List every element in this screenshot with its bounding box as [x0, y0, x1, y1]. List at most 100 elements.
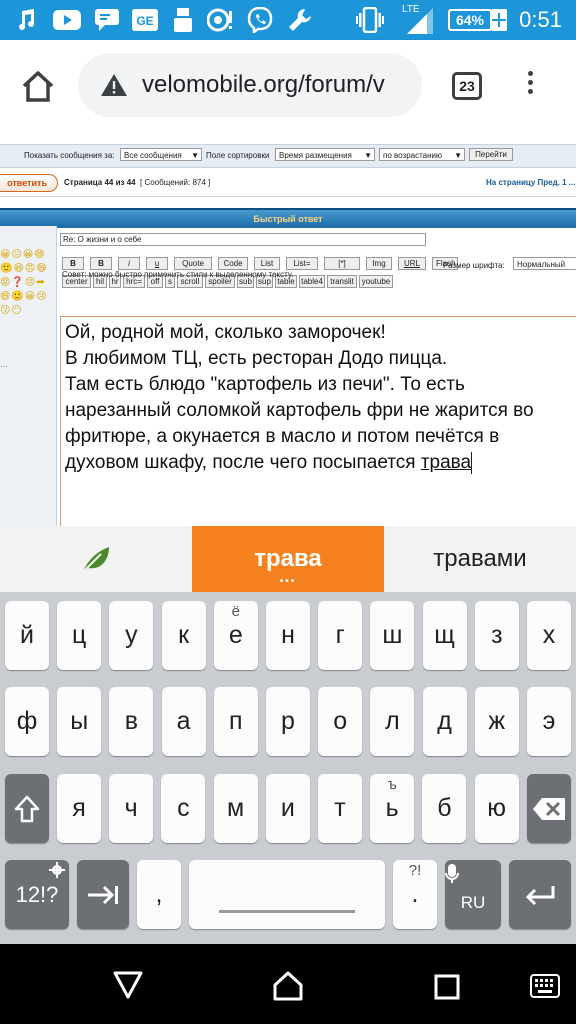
- key-row3-3[interactable]: м: [213, 774, 258, 843]
- key-row2-0[interactable]: ф: [5, 687, 49, 756]
- tab-switcher-button[interactable]: 23: [452, 72, 482, 100]
- pagination[interactable]: На страницу Пред. 1 ...: [486, 178, 575, 187]
- leaf-icon[interactable]: [0, 526, 192, 592]
- key-label: г: [335, 621, 345, 649]
- bbcode-button[interactable]: youtube: [359, 275, 393, 288]
- key-row1-4[interactable]: её: [213, 601, 258, 670]
- key-row1-5[interactable]: н: [266, 601, 310, 670]
- key-row1-1[interactable]: ц: [57, 601, 102, 670]
- url-text[interactable]: velomobile.org/forum/v: [142, 71, 385, 99]
- key-row2-9[interactable]: ж: [474, 687, 519, 756]
- bbcode-button[interactable]: List: [254, 257, 280, 270]
- sort-field-select[interactable]: Время размещения ▼: [275, 148, 375, 161]
- chevron-down-icon: ▼: [191, 151, 199, 160]
- more-menu-icon[interactable]: [522, 68, 538, 104]
- bbcode-button[interactable]: u: [146, 257, 168, 270]
- comma-key[interactable]: ,: [137, 860, 181, 929]
- ge-icon: GE: [132, 6, 158, 34]
- bbcode-button[interactable]: Code: [218, 257, 248, 270]
- sort-field-value: Время размещения: [279, 151, 352, 160]
- suggestion-secondary[interactable]: травами: [384, 526, 576, 592]
- bbcode-button[interactable]: URL: [398, 257, 426, 270]
- recents-icon[interactable]: [434, 974, 460, 1005]
- more-suggestions-dots: •••: [279, 576, 297, 587]
- key-row1-0[interactable]: й: [5, 601, 49, 670]
- key-row3-2[interactable]: с: [161, 774, 206, 843]
- key-label: п: [229, 707, 243, 735]
- viber-icon: [246, 6, 274, 34]
- key-row2-1[interactable]: ы: [57, 687, 102, 756]
- enter-key[interactable]: [509, 860, 571, 929]
- key-row3-1[interactable]: ч: [109, 774, 154, 843]
- sort-order-select[interactable]: по возрастанию ▼: [379, 148, 465, 161]
- keyboard-switch-icon[interactable]: [530, 974, 560, 1003]
- bbcode-button[interactable]: Img: [366, 257, 392, 270]
- volume-alert-icon: [206, 6, 234, 34]
- reply-button[interactable]: ответить: [0, 174, 58, 192]
- smilies-grid[interactable]: 😀😐😀😄🙂😆😠😄😡❓😣➡😄🙂😀😢😗😶: [0, 248, 48, 318]
- tab-key[interactable]: [77, 860, 129, 929]
- key-row3-7[interactable]: б: [422, 774, 467, 843]
- key-row2-10[interactable]: э: [527, 687, 571, 756]
- key-label: ф: [16, 707, 38, 735]
- key-row2-3[interactable]: а: [161, 687, 206, 756]
- space-bar-line: [219, 910, 355, 913]
- bbcode-button[interactable]: List=: [286, 257, 318, 270]
- key-row2-5[interactable]: р: [266, 687, 310, 756]
- numbers-key[interactable]: 12!?: [5, 860, 69, 929]
- key-row3-0[interactable]: я: [57, 774, 101, 843]
- key-row2-8[interactable]: д: [422, 687, 467, 756]
- subject-input[interactable]: Re: О жизни и о себе: [60, 233, 426, 246]
- back-icon[interactable]: [112, 970, 144, 1005]
- key-row2-7[interactable]: л: [370, 687, 415, 756]
- key-label: ш: [382, 621, 403, 649]
- message-textarea[interactable]: Ой, родной мой, сколько заморочек! В люб…: [60, 316, 576, 526]
- bbcode-button[interactable]: Quote: [174, 257, 212, 270]
- key-row2-4[interactable]: п: [213, 687, 258, 756]
- key-row2-6[interactable]: о: [318, 687, 363, 756]
- font-size-select[interactable]: Нормальный: [513, 257, 576, 270]
- key-label: ю: [487, 794, 506, 822]
- period-hint: ?!: [408, 862, 422, 879]
- language-key[interactable]: RU: [445, 860, 501, 929]
- key-row3-6[interactable]: ьъ: [370, 774, 415, 843]
- bbcode-button[interactable]: [*]: [324, 257, 360, 270]
- more-smilies-link[interactable]: …: [0, 360, 8, 369]
- key-row1-9[interactable]: з: [474, 601, 519, 670]
- key-row3-4[interactable]: и: [265, 774, 310, 843]
- key-label: с: [177, 794, 190, 822]
- key-row1-10[interactable]: х: [527, 601, 571, 670]
- address-bar[interactable]: velomobile.org/forum/v: [78, 53, 422, 117]
- key-row1-3[interactable]: к: [161, 601, 206, 670]
- warning-icon[interactable]: [100, 73, 128, 102]
- go-button[interactable]: Перейти: [469, 148, 513, 161]
- key-row1-2[interactable]: у: [109, 601, 154, 670]
- status-bar: GE LTE 64% 0:51: [0, 0, 576, 40]
- key-row1-6[interactable]: г: [318, 601, 363, 670]
- key-label: л: [385, 707, 400, 735]
- shift-key[interactable]: [5, 774, 49, 843]
- key-label: к: [178, 621, 190, 649]
- backspace-key[interactable]: [527, 774, 571, 843]
- home-nav-icon[interactable]: [272, 970, 304, 1007]
- key-row1-8[interactable]: щ: [422, 601, 467, 670]
- key-row3-5[interactable]: т: [318, 774, 362, 843]
- suggestion-primary-text: трава: [254, 545, 322, 572]
- space-key[interactable]: [189, 860, 385, 929]
- bbcode-button[interactable]: B: [90, 257, 112, 270]
- period-key[interactable]: ?! .: [393, 860, 437, 929]
- divider: [0, 196, 576, 197]
- show-posts-select[interactable]: Все сообщения ▼: [120, 148, 202, 161]
- key-row1-7[interactable]: ш: [370, 601, 415, 670]
- bbcode-button[interactable]: i: [118, 257, 140, 270]
- suggestion-primary[interactable]: трава •••: [192, 526, 384, 592]
- bbcode-button[interactable]: translit: [327, 275, 357, 288]
- key-row3-8[interactable]: ю: [474, 774, 519, 843]
- key-row2-2[interactable]: в: [109, 687, 154, 756]
- editor-line: В любимом ТЦ, есть ресторан Додо пицца.: [65, 348, 448, 369]
- bbcode-button[interactable]: B: [62, 257, 84, 270]
- font-size-label: Размер шрифта:: [443, 261, 505, 270]
- key-label: х: [542, 621, 556, 649]
- bbcode-button[interactable]: table4: [299, 275, 325, 288]
- home-icon[interactable]: [18, 66, 58, 106]
